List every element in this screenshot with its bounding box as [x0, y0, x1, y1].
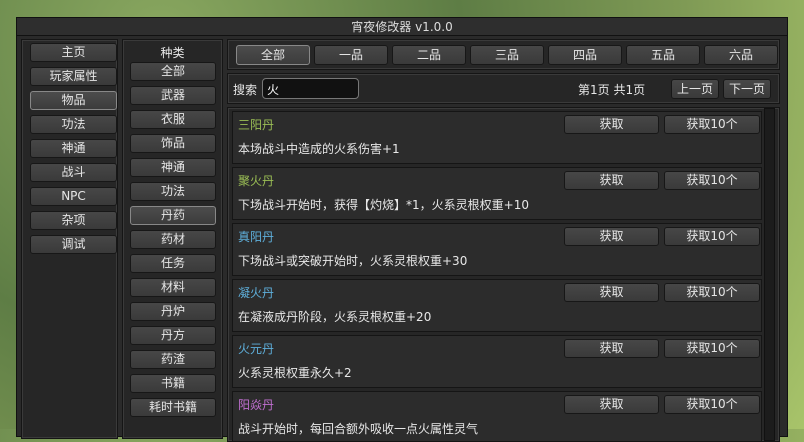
nav-item[interactable]: 物品: [30, 91, 117, 110]
scrollbar[interactable]: [764, 108, 775, 441]
list-item: 三阳丹本场战斗中造成的火系伤害+1 获取 获取10个: [232, 111, 762, 164]
item-name: 三阳丹: [238, 118, 275, 132]
nav-item[interactable]: 功法: [30, 115, 117, 134]
item-description: 火系灵根权重永久+2: [238, 366, 352, 380]
category-item[interactable]: 神通: [130, 158, 216, 177]
grade-tab[interactable]: 二品: [392, 45, 466, 65]
grade-tab[interactable]: 六品: [704, 45, 778, 65]
nav-item[interactable]: 战斗: [30, 163, 117, 182]
grade-tab[interactable]: 全部: [236, 45, 310, 65]
category-item[interactable]: 丹炉: [130, 302, 216, 321]
get-10-button[interactable]: 获取10个: [664, 227, 760, 246]
category-item[interactable]: 药材: [130, 230, 216, 249]
nav-item[interactable]: 玩家属性: [30, 67, 117, 86]
category-label: 种类: [160, 46, 185, 60]
category-item[interactable]: 材料: [130, 278, 216, 297]
window-title: 宵夜修改器 v1.0.0: [17, 18, 787, 36]
get-10-button[interactable]: 获取10个: [664, 395, 760, 414]
list-item: 火元丹火系灵根权重永久+2 获取 获取10个: [232, 335, 762, 388]
grade-tab[interactable]: 一品: [314, 45, 388, 65]
modifier-window: 宵夜修改器 v1.0.0 主页 玩家属性 物品 功法 神通 战斗 NPC 杂项 调试 种类 全部…: [16, 17, 788, 442]
category-panel: 种类 全部武器衣服饰品神通功法丹药药材任务材料丹炉丹方药渣书籍耗时书籍: [122, 39, 223, 439]
list-item: 聚火丹下场战斗开始时，获得【灼烧】*1，火系灵根权重+10 获取 获取10个: [232, 167, 762, 220]
item-description: 在凝液成丹阶段，火系灵根权重+20: [238, 310, 432, 324]
main-nav: 主页玩家属性物品功法神通战斗 NPC 杂项调试: [21, 39, 118, 439]
search-bar: 搜索 火 第1页 共1页 上一页 下一页: [227, 73, 780, 104]
item-name: 火元丹: [238, 342, 275, 356]
get-button[interactable]: 获取: [564, 395, 659, 414]
grade-filter-bar: 全部 一品 二品 三品 四品 五品 六品: [227, 39, 780, 70]
category-item[interactable]: 书籍: [130, 374, 216, 393]
list-item: 凝火丹在凝液成丹阶段，火系灵根权重+20 获取 获取10个: [232, 279, 762, 332]
category-item[interactable]: 丹药: [130, 206, 216, 225]
get-button[interactable]: 获取: [564, 171, 659, 190]
search-label: 搜索: [233, 83, 258, 97]
nav-item[interactable]: 调试: [30, 235, 117, 254]
get-button[interactable]: 获取: [564, 115, 659, 134]
list-item: 阳焱丹 战斗开始时，每回合额外吸收一点火属性灵气 获取 获取10个: [232, 391, 762, 441]
category-item[interactable]: 衣服: [130, 110, 216, 129]
get-10-button[interactable]: 获取10个: [664, 339, 760, 358]
nav-item[interactable]: 神通: [30, 139, 117, 158]
item-list: 三阳丹 本场战斗中造成的火系伤害+1 获取 获取10个 聚火丹 下场战斗开始时，获得【灼烧…: [227, 107, 780, 442]
grade-tab[interactable]: 四品: [548, 45, 622, 65]
nav-item[interactable]: 杂项: [30, 211, 117, 230]
category-item[interactable]: 功法: [130, 182, 216, 201]
list-item: 真阳丹下场战斗或突破开始时，火系灵根权重+30 获取 获取10个: [232, 223, 762, 276]
search-input[interactable]: 火: [262, 78, 359, 99]
item-description: 下场战斗或突破开始时，火系灵根权重+30: [238, 254, 468, 268]
get-button[interactable]: 获取: [564, 227, 659, 246]
category-item[interactable]: 耗时书籍: [130, 398, 216, 417]
item-name: 聚火丹: [238, 174, 275, 188]
get-10-button[interactable]: 获取10个: [664, 171, 760, 190]
item-name: 阳焱丹: [238, 398, 275, 412]
prev-page-button[interactable]: 上一页: [671, 79, 719, 99]
category-item[interactable]: 任务: [130, 254, 216, 273]
category-item[interactable]: 丹方: [130, 326, 216, 345]
get-10-button[interactable]: 获取10个: [664, 283, 760, 302]
grade-tab[interactable]: 五品: [626, 45, 700, 65]
get-10-button[interactable]: 获取10个: [664, 115, 760, 134]
item-name: 真阳丹: [238, 230, 275, 244]
item-description: 本场战斗中造成的火系伤害+1: [238, 142, 400, 156]
nav-item[interactable]: NPC: [30, 187, 117, 206]
item-description: 下场战斗开始时，获得【灼烧】*1，火系灵根权重+10: [238, 198, 529, 212]
page-info: 第1页 共1页: [578, 83, 646, 97]
category-item[interactable]: 饰品: [130, 134, 216, 153]
category-item[interactable]: 武器: [130, 86, 216, 105]
item-name: 凝火丹: [238, 286, 275, 300]
get-button[interactable]: 获取: [564, 283, 659, 302]
next-page-button[interactable]: 下一页: [723, 79, 771, 99]
get-button[interactable]: 获取: [564, 339, 659, 358]
nav-item[interactable]: 主页: [30, 43, 117, 62]
grade-tab[interactable]: 三品: [470, 45, 544, 65]
category-item[interactable]: 药渣: [130, 350, 216, 369]
category-item[interactable]: 全部: [130, 62, 216, 81]
